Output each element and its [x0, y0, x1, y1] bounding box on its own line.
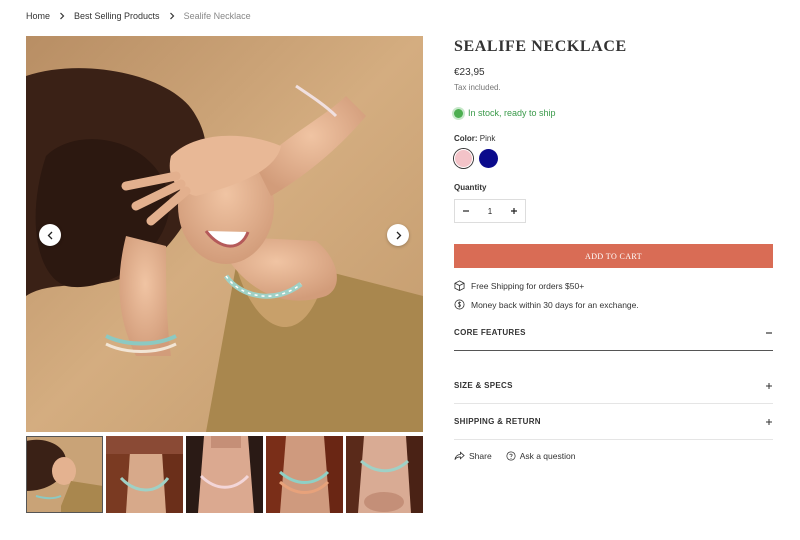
- stock-status: In stock, ready to ship: [454, 108, 773, 118]
- breadcrumb-collection-link[interactable]: Best Selling Products: [74, 11, 160, 21]
- perk-text: Money back within 30 days for an exchang…: [471, 299, 639, 310]
- minus-icon: [463, 210, 469, 212]
- thumbnail-2[interactable]: [106, 436, 183, 513]
- swatch-pink[interactable]: [454, 149, 473, 168]
- perk-money-back: Money back within 30 days for an exchang…: [454, 299, 773, 310]
- add-to-cart-button[interactable]: ADD TO CART: [454, 244, 773, 268]
- thumbnail-4[interactable]: [266, 436, 343, 513]
- perk-free-shipping: Free Shipping for orders $50+: [454, 280, 773, 291]
- accordion-label: SIZE & SPECS: [454, 381, 513, 390]
- gallery-next-button[interactable]: [387, 224, 409, 246]
- accordion-label: CORE FEATURES: [454, 328, 526, 337]
- stock-text: In stock, ready to ship: [468, 108, 556, 118]
- share-button[interactable]: Share: [454, 451, 492, 461]
- thumbnail-strip: [26, 436, 423, 513]
- quantity-stepper: 1: [454, 199, 526, 223]
- color-label: Color: Pink: [454, 134, 773, 143]
- product-actions: Share Ask a question: [454, 451, 773, 461]
- product-price: €23,95: [454, 67, 485, 78]
- ask-question-button[interactable]: Ask a question: [506, 451, 576, 461]
- thumbnail-1[interactable]: [26, 436, 103, 513]
- ask-label: Ask a question: [519, 451, 576, 461]
- color-swatches: [454, 149, 773, 168]
- breadcrumb-current: Sealife Necklace: [183, 11, 251, 21]
- stock-dot-icon: [454, 108, 463, 118]
- share-label: Share: [469, 451, 492, 461]
- plus-icon: [766, 382, 772, 389]
- thumbnail-5[interactable]: [346, 436, 423, 513]
- chevron-right-icon: [395, 231, 402, 240]
- chevron-right-icon: [59, 12, 65, 20]
- accordion-shipping-return[interactable]: SHIPPING & RETURN: [454, 417, 773, 440]
- dollar-circle-icon: [454, 299, 465, 310]
- tax-note: Tax included.: [454, 83, 501, 92]
- breadcrumb: Home Best Selling Products Sealife Neckl…: [26, 11, 251, 21]
- product-main-image[interactable]: [26, 36, 423, 432]
- quantity-value[interactable]: 1: [488, 207, 492, 216]
- quantity-increase-button[interactable]: [509, 206, 519, 216]
- breadcrumb-home-link[interactable]: Home: [26, 11, 50, 21]
- swatch-navy[interactable]: [479, 149, 498, 168]
- product-title: SEALIFE NECKLACE: [454, 38, 627, 55]
- quantity-label: Quantity: [454, 183, 487, 192]
- quantity-decrease-button[interactable]: [461, 206, 471, 216]
- box-icon: [454, 280, 465, 291]
- chevron-left-icon: [47, 231, 54, 240]
- accordion-core-features[interactable]: CORE FEATURES: [454, 328, 773, 351]
- color-label-key: Color:: [454, 134, 478, 143]
- share-icon: [454, 451, 465, 460]
- question-circle-icon: [506, 451, 516, 461]
- plus-icon: [766, 418, 772, 425]
- minus-icon: [766, 331, 772, 334]
- perk-text: Free Shipping for orders $50+: [471, 280, 585, 291]
- product-info: SEALIFE NECKLACE €23,95 Tax included. In…: [454, 36, 773, 461]
- color-label-value: Pink: [479, 134, 496, 143]
- accordion-label: SHIPPING & RETURN: [454, 417, 541, 426]
- gallery-prev-button[interactable]: [39, 224, 61, 246]
- chevron-right-icon: [169, 12, 175, 20]
- accordion-size-specs[interactable]: SIZE & SPECS: [454, 381, 773, 404]
- plus-icon: [510, 208, 517, 214]
- thumbnail-3[interactable]: [186, 436, 263, 513]
